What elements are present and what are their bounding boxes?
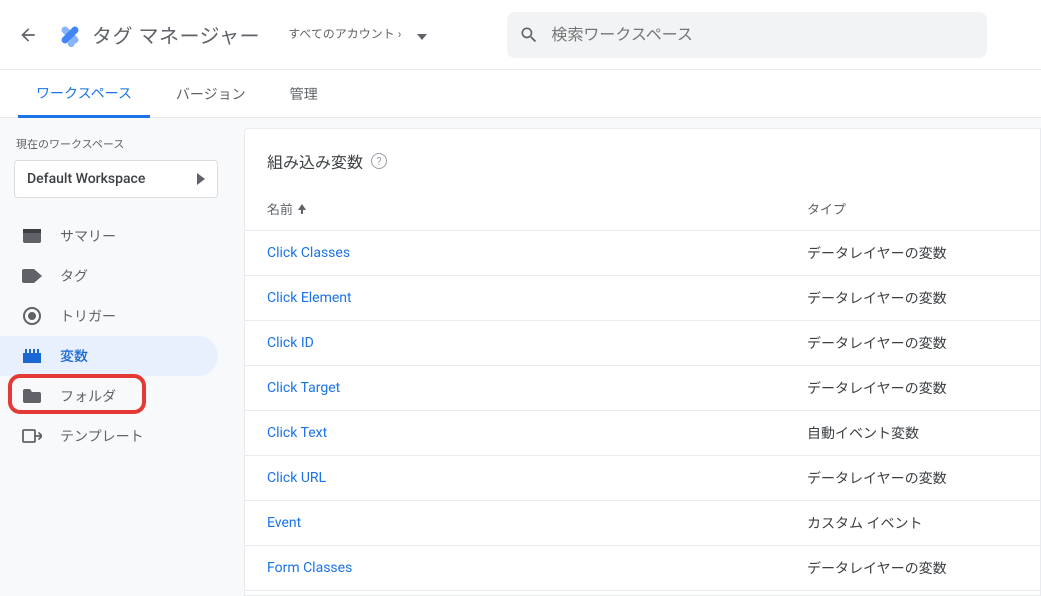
search-input[interactable]	[551, 25, 975, 44]
variable-type: データレイヤーの変数	[807, 468, 1018, 488]
tab-workspace[interactable]: ワークスペース	[18, 70, 150, 118]
variable-name-link[interactable]: Event	[267, 515, 807, 531]
workspace-selector[interactable]: Default Workspace	[14, 160, 218, 198]
col-header-name[interactable]: 名前	[267, 199, 807, 218]
arrow-left-icon	[18, 25, 38, 45]
workspace-selector-value: Default Workspace	[27, 171, 145, 187]
back-button[interactable]	[8, 15, 48, 55]
account-dropdown-caret[interactable]	[417, 25, 427, 44]
account-breadcrumb[interactable]: すべてのアカウント ›	[288, 27, 401, 43]
variable-name-link[interactable]: Form Classes	[267, 560, 807, 576]
variable-name-link[interactable]: Click Text	[267, 425, 807, 441]
content-area: 現在のワークスペース Default Workspace サマリー タグ トリガ…	[0, 118, 1041, 596]
tab-version[interactable]: バージョン	[158, 70, 264, 118]
variable-type: データレイヤーの変数	[807, 378, 1018, 398]
main-tabs: ワークスペース バージョン 管理	[0, 70, 1041, 118]
tab-admin[interactable]: 管理	[272, 70, 336, 118]
variable-name-link[interactable]: Click URL	[267, 470, 807, 486]
sidebar-item-label: 変数	[60, 346, 88, 366]
template-icon	[22, 426, 42, 446]
current-workspace-label: 現在のワークスペース	[0, 130, 232, 160]
search-icon	[519, 25, 539, 45]
variable-name-link[interactable]: Click Classes	[267, 245, 807, 261]
tag-manager-logo-icon	[56, 21, 84, 49]
table-row: Form Classesデータレイヤーの変数	[245, 545, 1040, 590]
tag-icon	[22, 266, 42, 286]
sidebar-item-label: テンプレート	[60, 426, 144, 446]
table-header: 名前 タイプ	[245, 181, 1040, 230]
sidebar-item-label: フォルダ	[60, 386, 116, 406]
sidebar: 現在のワークスペース Default Workspace サマリー タグ トリガ…	[0, 118, 232, 596]
variable-type: データレイヤーの変数	[807, 288, 1018, 308]
variable-type: データレイヤーの変数	[807, 333, 1018, 353]
chevron-right-icon	[197, 173, 205, 185]
variable-type: データレイヤーの変数	[807, 243, 1018, 263]
section-title: 組み込み変数 ?	[245, 129, 1040, 181]
topbar: タグ マネージャー すべてのアカウント ›	[0, 0, 1041, 70]
variable-name-link[interactable]: Click Element	[267, 290, 807, 306]
sidebar-item-summary[interactable]: サマリー	[0, 216, 218, 256]
col-header-type[interactable]: タイプ	[807, 199, 1018, 218]
logo-area[interactable]: タグ マネージャー	[56, 20, 260, 49]
table-row: Click Classesデータレイヤーの変数	[245, 230, 1040, 275]
table-row: Click IDデータレイヤーの変数	[245, 320, 1040, 365]
table-row: Form Elementデータレイヤーの変数	[245, 590, 1040, 596]
help-icon[interactable]: ?	[371, 153, 387, 169]
sidebar-item-templates[interactable]: テンプレート	[0, 416, 218, 456]
breadcrumb-parent: すべてのアカウント ›	[288, 27, 401, 43]
variable-type: 自動イベント変数	[807, 423, 1018, 443]
app-title: タグ マネージャー	[92, 20, 260, 49]
sidebar-item-variables[interactable]: 変数	[0, 336, 218, 376]
trigger-icon	[22, 306, 42, 326]
main-panel: 組み込み変数 ? 名前 タイプ Click Classesデータレイヤーの変数C…	[244, 128, 1041, 596]
caret-down-icon	[417, 34, 427, 40]
section-title-text: 組み込み変数	[267, 149, 363, 173]
table-row: Click Targetデータレイヤーの変数	[245, 365, 1040, 410]
variable-icon	[22, 346, 42, 366]
sidebar-item-label: タグ	[60, 266, 88, 286]
variable-type: データレイヤーの変数	[807, 558, 1018, 578]
variable-name-link[interactable]: Click Target	[267, 380, 807, 396]
variable-name-link[interactable]: Click ID	[267, 335, 807, 351]
folder-icon	[22, 386, 42, 406]
sidebar-item-folders[interactable]: フォルダ	[0, 376, 218, 416]
variable-type: カスタム イベント	[807, 513, 1018, 533]
sidebar-item-label: トリガー	[60, 306, 116, 326]
table-row: Click Elementデータレイヤーの変数	[245, 275, 1040, 320]
sort-asc-icon	[297, 204, 307, 214]
table-row: Click URLデータレイヤーの変数	[245, 455, 1040, 500]
table-row: Click Text自動イベント変数	[245, 410, 1040, 455]
summary-icon	[22, 226, 42, 246]
sidebar-item-triggers[interactable]: トリガー	[0, 296, 218, 336]
sidebar-item-label: サマリー	[60, 226, 116, 246]
table-row: Eventカスタム イベント	[245, 500, 1040, 545]
table-body: Click Classesデータレイヤーの変数Click Elementデータレ…	[245, 230, 1040, 596]
search-box[interactable]	[507, 12, 987, 58]
sidebar-item-tags[interactable]: タグ	[0, 256, 218, 296]
